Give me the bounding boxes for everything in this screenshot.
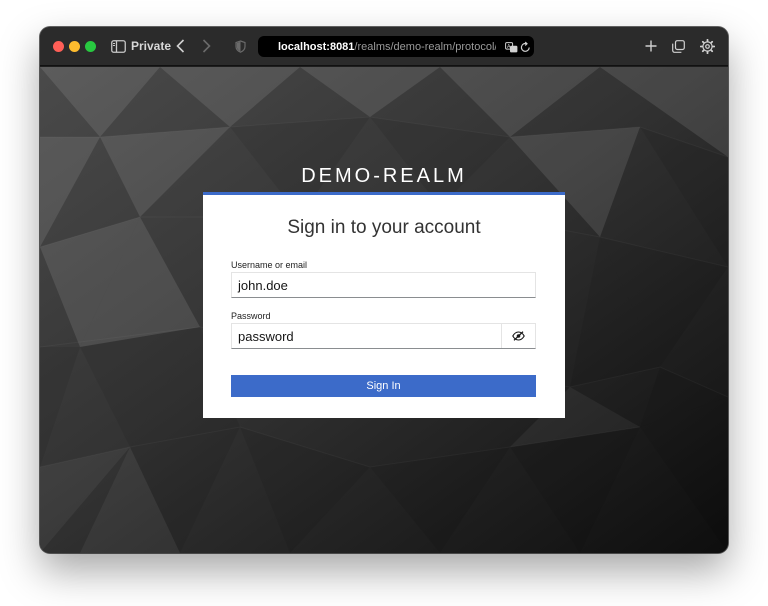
new-tab-icon[interactable]: [644, 37, 658, 55]
url-path: /realms/demo-realm/protocol/openid-conne…: [354, 40, 496, 53]
forward-icon[interactable]: [200, 37, 212, 55]
tabs-icon[interactable]: [671, 37, 685, 55]
svg-text:A: A: [507, 43, 511, 49]
translate-icon[interactable]: A: [504, 38, 518, 56]
back-icon[interactable]: [174, 37, 186, 55]
url-host: localhost:8081: [278, 40, 355, 53]
url-text: localhost:8081/realms/demo-realm/protoco…: [278, 41, 496, 53]
sidebar-icon[interactable]: [110, 37, 126, 55]
password-label: Password: [231, 311, 271, 321]
password-value: password: [238, 328, 294, 344]
close-window-button[interactable]: [53, 41, 64, 52]
username-value: john.doe: [238, 277, 288, 293]
shield-icon[interactable]: [234, 37, 246, 55]
url-bar[interactable]: localhost:8081/realms/demo-realm/protoco…: [258, 36, 534, 57]
browser-window: Private localhost:8081/realms/demo-realm…: [40, 27, 728, 553]
reload-icon[interactable]: [519, 38, 531, 56]
minimize-window-button[interactable]: [69, 41, 80, 52]
browser-toolbar: Private localhost:8081/realms/demo-realm…: [40, 27, 728, 66]
sign-in-button[interactable]: Sign In: [231, 375, 536, 397]
private-mode-label: Private: [131, 39, 172, 53]
settings-icon[interactable]: [699, 37, 715, 55]
login-card: Sign in to your account Username or emai…: [203, 192, 565, 418]
show-password-button[interactable]: [501, 324, 535, 348]
zoom-window-button[interactable]: [85, 41, 96, 52]
username-label: Username or email: [231, 260, 308, 270]
page-viewport: DEMO-REALM Sign in to your account Usern…: [40, 67, 728, 553]
eye-slash-icon: [512, 329, 525, 344]
username-input[interactable]: john.doe: [231, 272, 536, 298]
login-card-title: Sign in to your account: [287, 217, 481, 238]
password-input[interactable]: password: [231, 323, 536, 349]
realm-title: DEMO-REALM: [301, 165, 467, 187]
